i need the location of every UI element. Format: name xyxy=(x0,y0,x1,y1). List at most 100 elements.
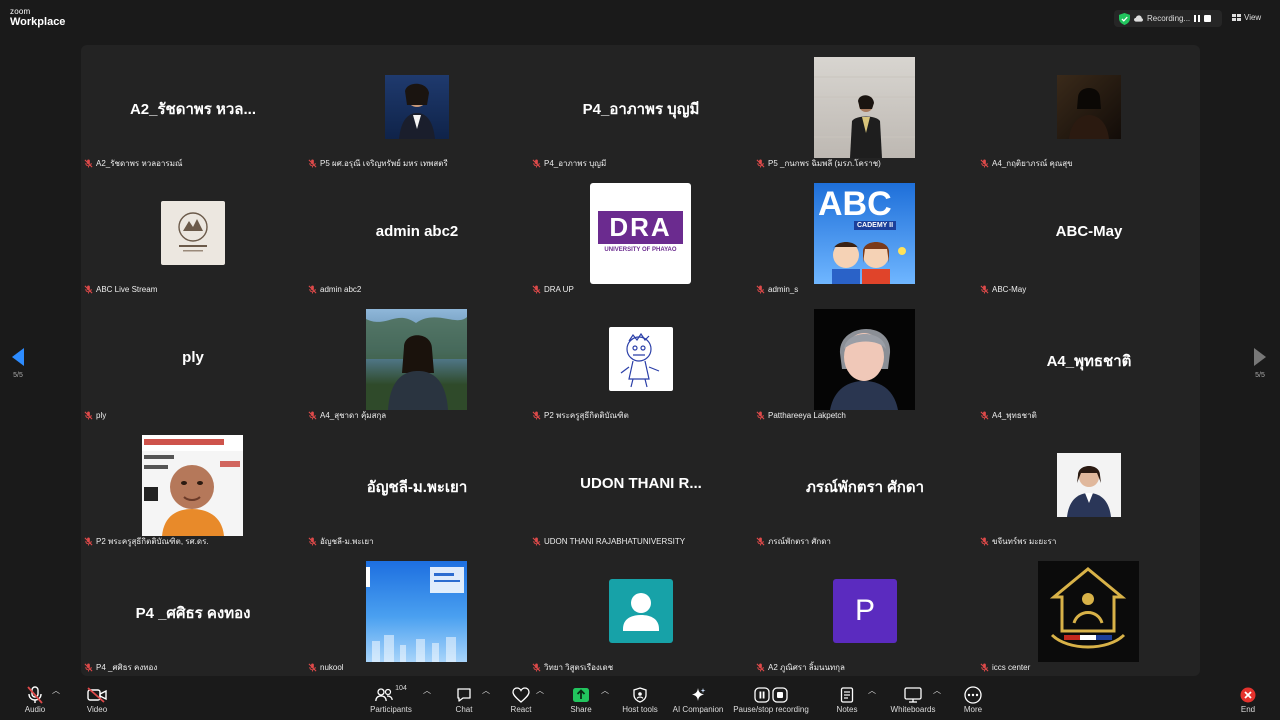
video-gallery: A2_รัชดาพร หวล... A2_รัชดาพร หวลอารมณ์ P… xyxy=(81,45,1200,676)
previous-page-button[interactable]: 5/5 xyxy=(6,348,30,379)
participant-name-label: P2 พระครูสุธีกิตติบัณฑิต, รศ.ดร. xyxy=(84,535,209,547)
page-count-left: 5/5 xyxy=(13,372,23,379)
participant-display-name: อัญชลี-ม.พะเยา xyxy=(366,479,468,496)
participant-label-text: ply xyxy=(96,410,107,420)
participant-tile[interactable]: อัญชลี-ม.พะเยา อัญชลี-ม.พะเยา xyxy=(305,423,529,549)
abc-logo-text: ABC xyxy=(818,185,892,223)
participant-label-text: admin_s xyxy=(768,284,799,294)
more-button[interactable]: More xyxy=(960,685,986,714)
whiteboards-button[interactable]: Whiteboards xyxy=(888,685,938,714)
participant-label-text: ABC-May xyxy=(992,284,1027,294)
shield-icon xyxy=(633,687,647,703)
pause-stop-recording-button[interactable]: Pause/stop recording xyxy=(732,685,810,714)
participant-name-label: ABC Live Stream xyxy=(84,283,157,295)
next-page-button[interactable]: 5/5 xyxy=(1248,348,1272,379)
participant-tile[interactable]: A4_สุชาดา คุ้มสกุล xyxy=(305,297,529,423)
heart-icon xyxy=(512,687,530,703)
participant-display-name: P4_อาภาพร บุญมี xyxy=(582,101,700,118)
audio-label: Audio xyxy=(24,705,46,714)
participant-tile[interactable]: P A2 ภูณิศรา ลิ้มนนทกุล xyxy=(753,549,977,675)
participant-tile[interactable]: ABC-May ABC-May xyxy=(977,171,1201,297)
participant-tile[interactable]: ขจีนทร์พร มะยะรา xyxy=(977,423,1201,549)
participant-tile[interactable]: ABC CADEMY II admin_s xyxy=(753,171,977,297)
participants-button[interactable]: 104 Participants xyxy=(368,685,414,714)
pause-recording-icon[interactable] xyxy=(1194,15,1201,22)
abc-logo-subtitle: CADEMY II xyxy=(854,221,897,230)
participant-tile[interactable]: P5 ผศ.อรุณี เจริญทรัพย์ มหร เทพสตรี xyxy=(305,45,529,171)
participant-label-text: อัญชลี-ม.พะเยา xyxy=(320,536,374,546)
participant-tile[interactable]: P4 _ศศิธร คงทอง P4 _ศศิธร คงทอง xyxy=(81,549,305,675)
recording-indicator[interactable]: Recording... xyxy=(1114,10,1222,27)
participant-label-text: A4_กฤติยาภรณ์ คุณสุข xyxy=(992,158,1073,168)
video-label: Video xyxy=(86,705,108,714)
video-button[interactable]: Video xyxy=(82,685,112,714)
ai-companion-button[interactable]: AI Companion xyxy=(671,685,725,714)
participant-tile[interactable]: Patthareeya Lakpetch xyxy=(753,297,977,423)
participant-tile[interactable]: A4_พุทธชาติ A4_พุทธชาติ xyxy=(977,297,1201,423)
participant-tile[interactable]: P2 พระครูสุธีกิตติบัณฑิต, รศ.ดร. xyxy=(81,423,305,549)
participant-tile[interactable]: วิทยา วิสูตรเรืองเดช xyxy=(529,549,753,675)
grid-icon xyxy=(1232,14,1241,21)
react-button[interactable]: React xyxy=(508,685,534,714)
participant-tile[interactable]: P2 พระครูสุธีกิตติบัณฑิต xyxy=(529,297,753,423)
mic-muted-icon xyxy=(980,536,989,546)
participant-name-label: A4_กฤติยาภรณ์ คุณสุข xyxy=(980,157,1073,169)
view-button[interactable]: View xyxy=(1232,13,1261,22)
mic-muted-icon xyxy=(756,536,765,546)
participant-label-text: P2 พระครูสุธีกิตติบัณฑิต, รศ.ดร. xyxy=(96,536,209,546)
participant-label-text: P4_อาภาพร บุญมี xyxy=(544,158,607,168)
audio-options-caret[interactable]: ︿ xyxy=(52,685,60,696)
mic-muted-icon xyxy=(532,284,541,294)
react-options-caret[interactable]: ︿ xyxy=(536,685,544,696)
whiteboards-label: Whiteboards xyxy=(890,705,936,714)
whiteboards-options-caret[interactable]: ︿ xyxy=(933,685,941,696)
participant-tile[interactable]: ply ply xyxy=(81,297,305,423)
arrow-right-icon xyxy=(1254,348,1266,366)
share-options-caret[interactable]: ︿ xyxy=(601,685,609,696)
chat-button[interactable]: Chat xyxy=(451,685,477,714)
participant-tile[interactable]: A4_กฤติยาภรณ์ คุณสุข xyxy=(977,45,1201,171)
participant-label-text: Patthareeya Lakpetch xyxy=(768,410,846,420)
participant-tile[interactable]: ภรณ์พักตรา ศักดา ภรณ์พักตรา ศักดา xyxy=(753,423,977,549)
participant-tile[interactable]: ABC Live Stream xyxy=(81,171,305,297)
ai-companion-label: AI Companion xyxy=(672,705,724,714)
participants-options-caret[interactable]: ︿ xyxy=(423,685,431,696)
participant-name-label: P4_อาภาพร บุญมี xyxy=(532,157,606,169)
host-tools-button[interactable]: Host tools xyxy=(620,685,660,714)
end-meeting-button[interactable]: End xyxy=(1236,685,1260,714)
cloud-icon xyxy=(1134,15,1143,22)
participant-name-label: Patthareeya Lakpetch xyxy=(756,409,846,421)
recording-label: Recording... xyxy=(1147,14,1191,23)
stop-recording-icon[interactable] xyxy=(1204,15,1212,22)
audio-button[interactable]: Audio xyxy=(20,685,50,714)
participant-label-text: P4 _ศศิธร คงทอง xyxy=(96,662,158,672)
mic-muted-icon xyxy=(532,662,541,672)
participant-name-label: A2 ภูณิศรา ลิ้มนนทกุล xyxy=(756,661,845,673)
more-label: More xyxy=(963,705,983,714)
participant-display-name: ภรณ์พักตรา ศักดา xyxy=(806,479,924,496)
participant-tile[interactable]: P5 _กนกพร ฉิมพลี (มรภ.โคราช) xyxy=(753,45,977,171)
participant-tile[interactable]: UDON THANI R... UDON THANI RAJABHATUNIVE… xyxy=(529,423,753,549)
participant-tile[interactable]: P4_อาภาพร บุญมี P4_อาภาพร บุญมี xyxy=(529,45,753,171)
mic-muted-icon xyxy=(308,158,317,168)
participants-icon xyxy=(375,688,393,702)
participant-name-label: iccs center xyxy=(980,661,1030,673)
participant-logo: ABC CADEMY II xyxy=(814,183,915,284)
share-button[interactable]: Share xyxy=(567,685,595,714)
participant-tile[interactable]: A2_รัชดาพร หวล... A2_รัชดาพร หวลอารมณ์ xyxy=(81,45,305,171)
mic-muted-icon xyxy=(532,536,541,546)
notes-options-caret[interactable]: ︿ xyxy=(868,685,876,696)
participants-label: Participants xyxy=(370,705,412,714)
mic-muted-icon xyxy=(532,410,541,420)
participant-tile[interactable]: DRA UNIVERSITY OF PHAYAO DRA UP xyxy=(529,171,753,297)
notes-button[interactable]: Notes xyxy=(834,685,860,714)
participant-tile[interactable]: nukool xyxy=(305,549,529,675)
participant-label-text: admin abc2 xyxy=(320,284,362,294)
mic-muted-icon xyxy=(756,158,765,168)
participant-tile[interactable]: iccs center xyxy=(977,549,1201,675)
mic-muted-icon xyxy=(756,284,765,294)
participant-name-label: ภรณ์พักตรา ศักดา xyxy=(756,535,831,547)
participant-tile[interactable]: admin abc2 admin abc2 xyxy=(305,171,529,297)
participant-photo xyxy=(814,57,915,158)
chat-options-caret[interactable]: ︿ xyxy=(482,685,490,696)
